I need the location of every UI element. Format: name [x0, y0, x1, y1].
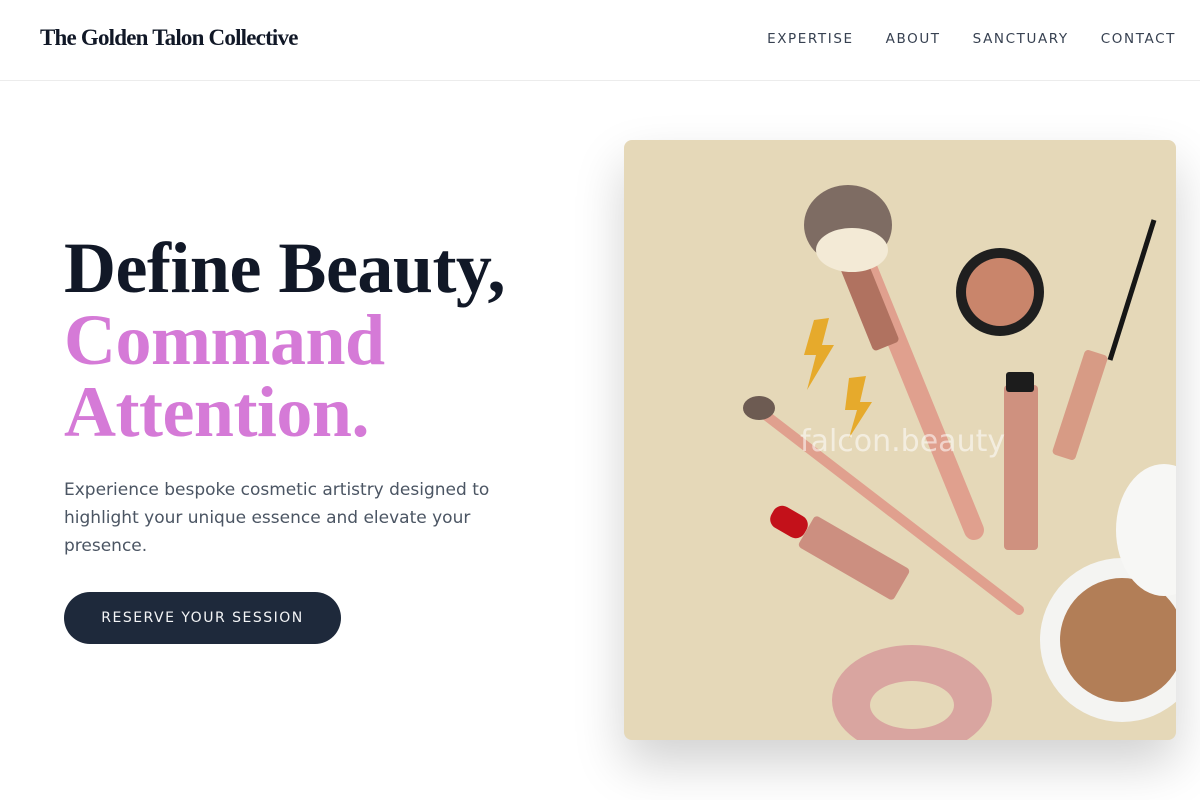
hero-description: Experience bespoke cosmetic artistry des…: [64, 480, 490, 556]
site-header: The Golden Talon Collective EXPERTISE AB…: [0, 0, 1200, 81]
brand-logo[interactable]: The Golden Talon Collective: [40, 25, 298, 51]
nav-expertise[interactable]: EXPERTISE: [767, 31, 854, 47]
hero-title: Define Beauty, Command Attention.: [64, 232, 584, 448]
nav-contact[interactable]: CONTACT: [1101, 31, 1176, 47]
hero-title-accent-2: Attention.: [64, 372, 369, 452]
hero-title-accent-1: Command: [64, 300, 385, 380]
image-watermark: falcon.beauty: [800, 424, 1006, 459]
hero-title-line1: Define Beauty,: [64, 228, 505, 308]
main-nav: EXPERTISE ABOUT SANCTUARY CONTACT: [767, 31, 1176, 47]
reserve-session-button[interactable]: RESERVE YOUR SESSION: [64, 592, 341, 644]
nav-sanctuary[interactable]: SANCTUARY: [973, 31, 1069, 47]
hero-image: falcon.beauty: [624, 140, 1176, 740]
nav-about[interactable]: ABOUT: [886, 31, 941, 47]
